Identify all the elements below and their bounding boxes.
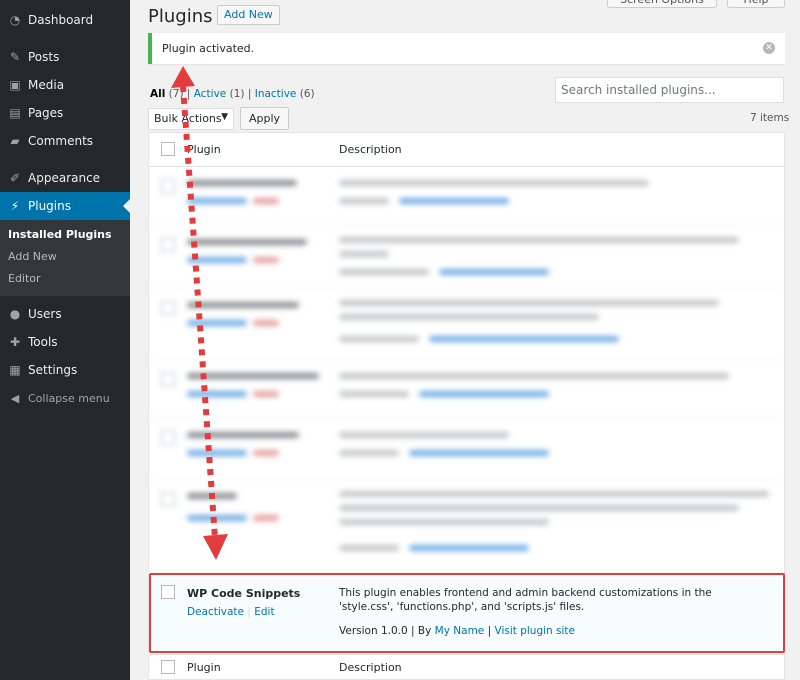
filter-sep: | bbox=[186, 88, 191, 100]
menu-media[interactable]: ▣ Media bbox=[0, 71, 130, 99]
notice-text: Plugin bbox=[162, 42, 200, 55]
table-row bbox=[149, 227, 784, 289]
menu-label: Pages bbox=[28, 106, 64, 120]
menu-dashboard[interactable]: ◔ Dashboard bbox=[0, 6, 130, 34]
plugin-description: This plugin enables frontend and admin b… bbox=[339, 587, 712, 613]
menu-plugins[interactable]: ⚡ Plugins bbox=[0, 192, 130, 220]
menu-pages[interactable]: ▤ Pages bbox=[0, 99, 130, 127]
row-actions: Deactivate | Edit bbox=[187, 606, 275, 618]
column-description: Description bbox=[339, 143, 402, 156]
dropdown-arrow-icon: ▼ bbox=[221, 112, 228, 122]
menu-comments[interactable]: ▰ Comments bbox=[0, 127, 130, 155]
bulk-actions-label: Bulk Actions bbox=[154, 112, 222, 125]
collapse-icon: ◀ bbox=[10, 391, 20, 405]
edit-link[interactable]: Edit bbox=[254, 606, 274, 618]
collapse-menu-button[interactable]: ◀ Collapse menu bbox=[0, 384, 130, 412]
menu-label: Tools bbox=[28, 335, 58, 349]
menu-tools[interactable]: ✚ Tools bbox=[0, 328, 130, 356]
author-link[interactable]: My Name bbox=[435, 625, 485, 637]
search-plugins-input[interactable]: Search installed plugins... bbox=[555, 77, 784, 103]
action-separator: | bbox=[247, 606, 251, 618]
menu-label: Users bbox=[28, 307, 62, 321]
table-footer: Plugin Description bbox=[149, 654, 784, 680]
plugins-submenu: Installed Plugins Add New Editor bbox=[0, 220, 130, 296]
meta-separator: | bbox=[411, 625, 415, 637]
items-count: 7 items bbox=[750, 112, 790, 124]
menu-label: Posts bbox=[28, 50, 60, 64]
table-row bbox=[149, 420, 784, 480]
menu-label: Dashboard bbox=[28, 13, 94, 27]
filter-all[interactable]: All bbox=[150, 88, 165, 100]
plugins-table: Plugin Description WP Code Snippets Deac… bbox=[148, 132, 785, 680]
comment-icon: ▰ bbox=[10, 134, 20, 148]
column-plugin[interactable]: Plugin bbox=[187, 143, 221, 156]
menu-label: Comments bbox=[28, 134, 94, 148]
menu-label: Plugins bbox=[28, 199, 71, 213]
menu-users[interactable]: ● Users bbox=[0, 300, 130, 328]
plugin-row-wp-code-snippets: WP Code Snippets Deactivate | Edit This … bbox=[149, 573, 785, 653]
dashboard-icon: ◔ bbox=[9, 13, 21, 27]
deactivate-link[interactable]: Deactivate bbox=[187, 606, 244, 618]
pin-icon: ✎ bbox=[9, 50, 21, 64]
filter-inactive[interactable]: Inactive bbox=[255, 88, 297, 100]
media-icon: ▣ bbox=[9, 78, 21, 92]
filter-active[interactable]: Active bbox=[194, 88, 226, 100]
table-row bbox=[149, 481, 784, 572]
apply-button[interactable]: Apply bbox=[240, 107, 290, 130]
activation-notice: Plugin activated. ✕ bbox=[148, 33, 785, 64]
menu-posts[interactable]: ✎ Posts bbox=[0, 43, 130, 71]
select-all-checkbox-footer[interactable] bbox=[161, 660, 175, 674]
bulk-actions-select[interactable]: Bulk Actions ▼ bbox=[148, 108, 234, 130]
submenu-add-new[interactable]: Add New bbox=[0, 246, 130, 268]
submenu-installed-plugins[interactable]: Installed Plugins bbox=[0, 224, 130, 246]
table-row bbox=[149, 290, 784, 360]
plugin-status-filters: All (7) | Active (1) | Inactive (6) bbox=[150, 88, 315, 100]
user-icon: ● bbox=[9, 307, 21, 321]
filter-active-count: (1) bbox=[229, 88, 245, 100]
add-new-button[interactable]: Add New bbox=[217, 5, 280, 25]
column-plugin-footer[interactable]: Plugin bbox=[187, 661, 221, 674]
settings-icon: ▦ bbox=[9, 363, 21, 377]
table-row bbox=[149, 361, 784, 419]
filter-all-count: (7) bbox=[168, 88, 184, 100]
filter-sep: | bbox=[247, 88, 252, 100]
page-icon: ▤ bbox=[9, 106, 21, 120]
table-header: Plugin Description bbox=[149, 133, 784, 167]
plugin-icon: ⚡ bbox=[10, 199, 20, 213]
brush-icon: ✐ bbox=[9, 171, 21, 185]
menu-label: Settings bbox=[28, 363, 78, 377]
dismiss-icon[interactable]: ✕ bbox=[763, 42, 775, 54]
menu-label: Appearance bbox=[28, 171, 101, 185]
meta-separator: | bbox=[487, 625, 492, 637]
select-all-checkbox[interactable] bbox=[161, 142, 175, 156]
help-button[interactable]: Help bbox=[727, 0, 785, 8]
submenu-editor[interactable]: Editor bbox=[0, 268, 130, 290]
table-row bbox=[149, 168, 784, 226]
filter-inactive-count: (6) bbox=[299, 88, 315, 100]
plugin-name: WP Code Snippets bbox=[187, 587, 301, 600]
row-checkbox[interactable] bbox=[161, 585, 175, 599]
by-label: By bbox=[417, 625, 432, 637]
menu-settings[interactable]: ▦ Settings bbox=[0, 356, 130, 384]
wrench-icon: ✚ bbox=[9, 335, 21, 349]
plugin-version: Version 1.0.0 bbox=[339, 625, 408, 637]
admin-sidebar: ◔ Dashboard ✎ Posts ▣ Media ▤ Pages ▰ Co… bbox=[0, 0, 130, 680]
screen-options-button[interactable]: Screen Options bbox=[607, 0, 717, 8]
plugin-meta: Version 1.0.0 | By My Name | Visit plugi… bbox=[339, 625, 575, 637]
menu-label: Media bbox=[28, 78, 65, 92]
column-description-footer: Description bbox=[339, 661, 402, 674]
notice-bold: activated. bbox=[199, 42, 255, 55]
menu-appearance[interactable]: ✐ Appearance bbox=[0, 164, 130, 192]
collapse-label: Collapse menu bbox=[28, 391, 110, 405]
visit-plugin-site-link[interactable]: Visit plugin site bbox=[495, 625, 576, 637]
page-title: Plugins bbox=[148, 6, 213, 27]
main-content: Screen Options Help Plugins Add New Plug… bbox=[130, 0, 800, 680]
